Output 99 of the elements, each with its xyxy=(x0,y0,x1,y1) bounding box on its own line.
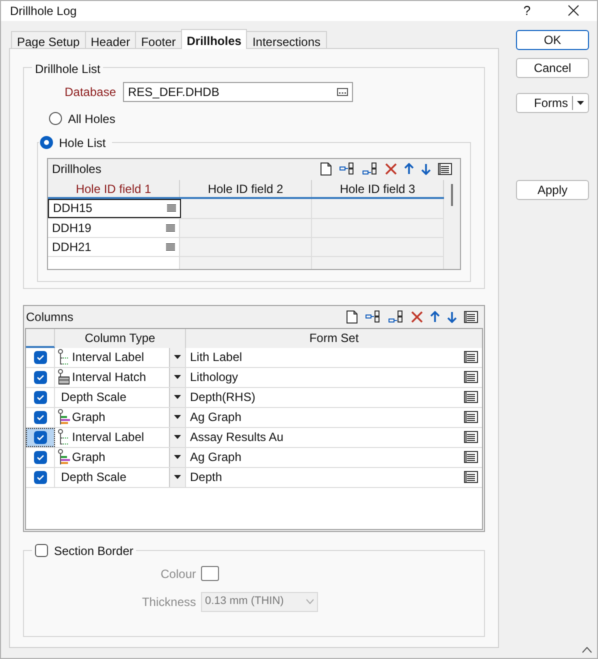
form-list-icon[interactable] xyxy=(464,310,478,322)
list-icon[interactable] xyxy=(166,242,175,250)
grid-title: Drillholes xyxy=(52,161,102,178)
checkbox[interactable] xyxy=(34,470,46,484)
form-set-cell[interactable]: Assay Results Au xyxy=(186,428,482,446)
window-title: Drillhole Log xyxy=(10,2,77,20)
form-list-icon[interactable] xyxy=(464,431,478,443)
column-type-dropdown[interactable]: Depth Scale xyxy=(55,388,186,406)
hole-id-cell[interactable]: DDH19 xyxy=(48,218,180,236)
form-list-icon[interactable] xyxy=(464,391,478,403)
append-row-icon[interactable] xyxy=(362,162,378,176)
resize-grip-icon[interactable] xyxy=(582,647,592,653)
form-list-icon[interactable] xyxy=(464,351,478,363)
checkmark-icon xyxy=(36,452,44,462)
delete-icon[interactable] xyxy=(385,163,397,175)
checkmark-icon xyxy=(36,472,44,482)
checkmark-icon xyxy=(36,412,44,422)
graph-icon xyxy=(58,449,70,465)
colour-swatch[interactable] xyxy=(201,566,219,581)
interval-label-icon xyxy=(58,429,70,445)
insert-row-icon[interactable] xyxy=(339,162,355,176)
database-label: Database xyxy=(64,84,117,100)
radio-button[interactable] xyxy=(49,112,62,125)
checkbox[interactable] xyxy=(34,430,46,444)
interval-label-icon xyxy=(58,349,70,365)
list-icon[interactable] xyxy=(166,204,176,212)
help-button[interactable]: ? xyxy=(504,1,550,20)
table-cell[interactable] xyxy=(48,256,180,268)
dropdown-caret-icon[interactable] xyxy=(174,475,181,479)
new-document-icon[interactable] xyxy=(320,162,332,176)
close-icon[interactable] xyxy=(568,5,579,16)
colour-label: Colour xyxy=(160,566,197,582)
option-label: All Holes xyxy=(68,110,116,128)
column-type-dropdown[interactable]: Interval Label xyxy=(55,428,186,446)
list-icon[interactable] xyxy=(166,224,175,232)
column-type-dropdown[interactable]: Depth Scale xyxy=(55,468,186,486)
interval-hatch-icon xyxy=(58,369,70,385)
checkmark-icon xyxy=(36,352,44,362)
browse-icon[interactable] xyxy=(337,88,348,96)
arrow-up-icon[interactable] xyxy=(404,163,414,175)
tab[interactable]: Drillholes xyxy=(180,28,248,48)
tab[interactable]: Intersections xyxy=(246,30,326,48)
checkbox[interactable] xyxy=(34,350,46,364)
thickness-label: Thickness xyxy=(140,594,197,610)
grid-title: Columns xyxy=(26,308,74,326)
ok-button[interactable]: OK xyxy=(516,30,589,50)
tab[interactable]: Header xyxy=(84,30,136,48)
dropdown-caret-icon[interactable] xyxy=(174,435,181,439)
form-set-cell[interactable]: Lith Label xyxy=(186,348,482,366)
form-set-cell[interactable]: Depth xyxy=(186,468,482,486)
radio-button[interactable] xyxy=(40,136,53,149)
form-list-icon[interactable] xyxy=(464,471,478,483)
form-set-cell[interactable]: Ag Graph xyxy=(186,408,482,426)
dropdown-caret-icon[interactable] xyxy=(174,355,181,359)
new-document-icon[interactable] xyxy=(346,310,358,324)
tab[interactable]: Footer xyxy=(135,30,182,48)
checkmark-icon xyxy=(36,432,44,442)
dropdown-caret-icon[interactable] xyxy=(174,395,181,399)
delete-icon[interactable] xyxy=(411,310,423,322)
option-label: Hole List xyxy=(59,134,106,152)
scrollbar-thumb[interactable] xyxy=(451,184,453,206)
apply-button[interactable]: Apply xyxy=(516,180,589,200)
arrow-down-icon[interactable] xyxy=(421,163,431,175)
form-list-icon[interactable] xyxy=(464,451,478,463)
column-header[interactable]: Form Set xyxy=(186,328,482,348)
checkmark-icon xyxy=(36,372,44,382)
column-header[interactable]: Hole ID field 1 xyxy=(48,180,180,196)
checkbox-label: Section Border xyxy=(54,542,134,560)
checkbox[interactable] xyxy=(34,390,46,404)
form-list-icon[interactable] xyxy=(464,371,478,383)
column-header[interactable]: Hole ID field 2 xyxy=(180,180,312,196)
graph-icon xyxy=(58,409,70,425)
dropdown-caret-icon[interactable] xyxy=(174,415,181,419)
hole-id-cell[interactable]: DDH21 xyxy=(48,238,180,256)
tab[interactable]: Page Setup xyxy=(11,30,86,48)
form-set-cell[interactable]: Lithology xyxy=(186,368,482,386)
arrow-down-icon[interactable] xyxy=(447,310,457,322)
dropdown-caret-icon[interactable] xyxy=(174,455,181,459)
column-type-dropdown[interactable]: Interval Label xyxy=(55,348,186,366)
cancel-button[interactable]: Cancel xyxy=(516,58,589,78)
form-set-cell[interactable]: Ag Graph xyxy=(186,448,482,466)
append-row-icon[interactable] xyxy=(388,310,404,324)
form-list-icon[interactable] xyxy=(438,163,452,175)
checkmark-icon xyxy=(36,392,44,402)
form-list-icon[interactable] xyxy=(464,411,478,423)
form-set-cell[interactable]: Depth(RHS) xyxy=(186,388,482,406)
checkbox[interactable] xyxy=(34,370,46,384)
forms-button[interactable]: Forms xyxy=(516,92,589,112)
database-field[interactable]: RES_DEF.DHDB xyxy=(123,82,353,102)
arrow-up-icon[interactable] xyxy=(430,310,440,322)
column-type-dropdown[interactable]: Graph xyxy=(55,448,186,466)
dropdown-caret-icon[interactable] xyxy=(577,100,584,104)
insert-row-icon[interactable] xyxy=(365,310,381,324)
checkbox[interactable] xyxy=(34,410,46,424)
dropdown-caret-icon[interactable] xyxy=(174,375,181,379)
hole-id-cell[interactable]: DDH15 xyxy=(48,198,181,218)
column-type-dropdown[interactable]: Graph xyxy=(55,408,186,426)
column-type-dropdown[interactable]: Interval Hatch xyxy=(55,368,186,386)
checkbox[interactable] xyxy=(34,450,46,464)
